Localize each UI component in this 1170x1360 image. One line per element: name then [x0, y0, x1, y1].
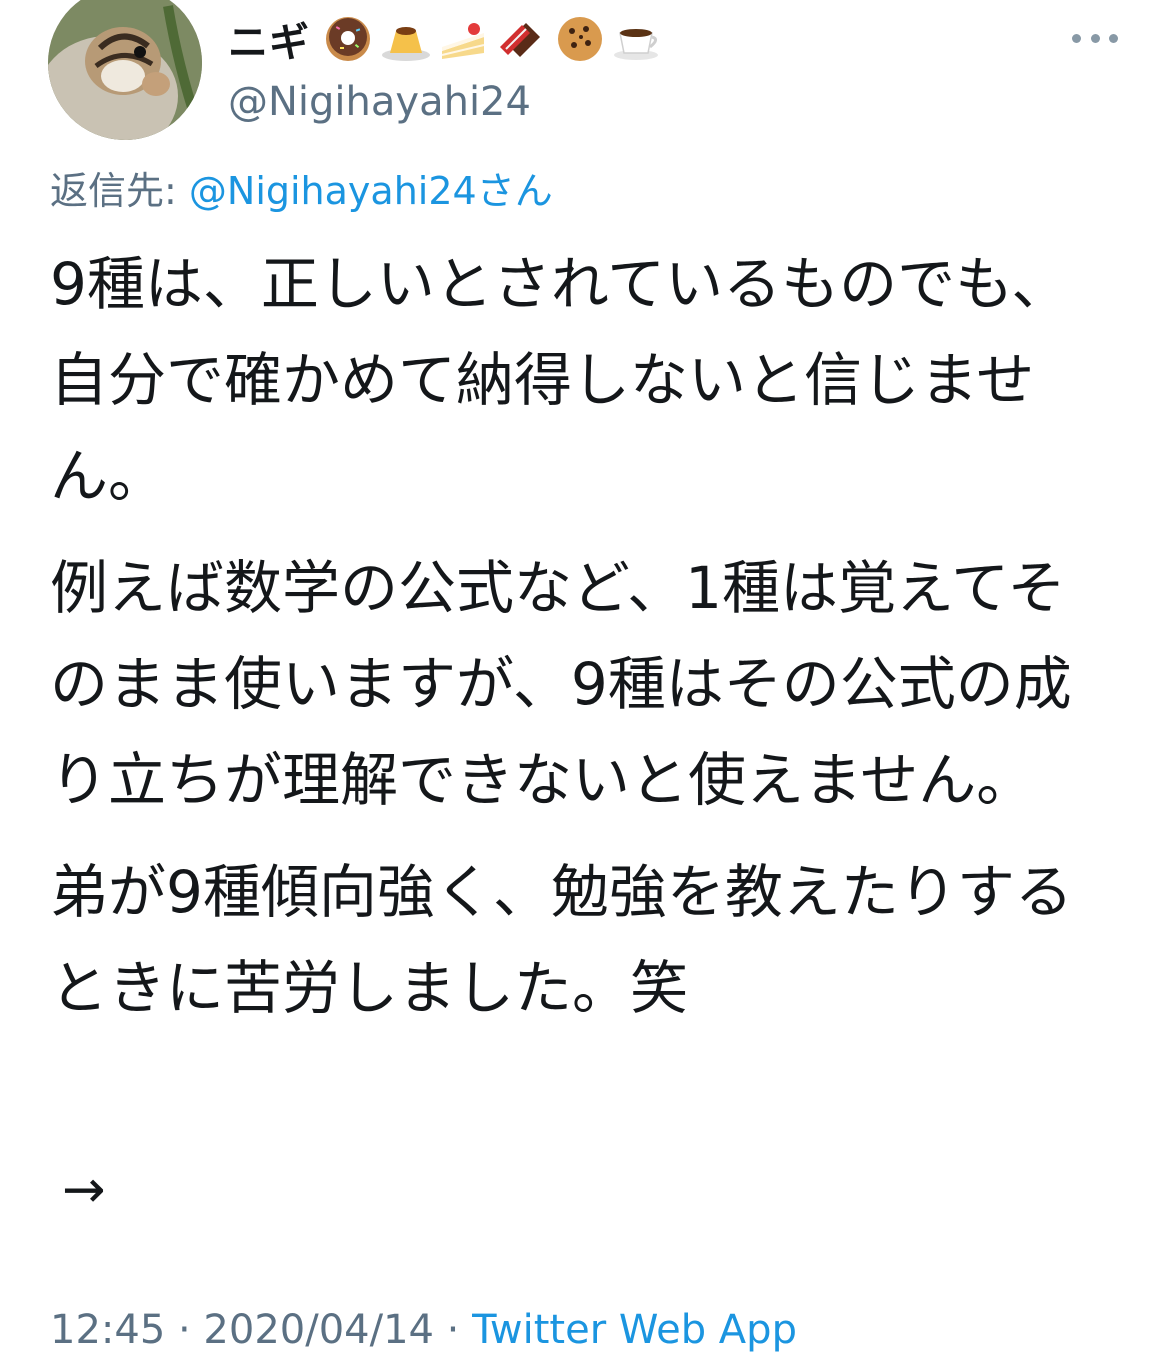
- tweet-paragraph: 9種は、正しいとされているものでも、自分で確かめて納得しないと信じません。: [50, 250, 1070, 510]
- name-emoji-row: [322, 13, 664, 65]
- display-name[interactable]: ニギ: [228, 10, 310, 68]
- tweet-text: 9種は、正しいとされているものでも、自分で確かめて納得しないと信じません。 例え…: [50, 236, 1120, 1052]
- tweet-timestamp[interactable]: 12:45 · 2020/04/14 ·: [50, 1307, 472, 1353]
- cake-icon: [441, 23, 485, 59]
- avatar[interactable]: [48, 0, 202, 140]
- dot: [1109, 33, 1118, 43]
- reply-suffix[interactable]: さん: [477, 169, 553, 213]
- chocolate-icon: [500, 23, 540, 57]
- arrow-right-icon: →: [62, 1160, 106, 1220]
- user-handle[interactable]: @Nigihayahi24: [228, 74, 1170, 130]
- tweet-footer: 12:45 · 2020/04/14 · Twitter Web App: [50, 1300, 797, 1360]
- cookie-icon: [558, 17, 602, 61]
- pudding-icon: [382, 27, 430, 61]
- donut-icon: [326, 17, 370, 61]
- replying-to: 返信先: @Nigihayahi24さん: [50, 160, 553, 215]
- dot: [1072, 33, 1081, 43]
- more-options-icon[interactable]: [1072, 30, 1118, 46]
- tweet: ニギ @Nigihayahi24 返信先: @Nigihayahi24さん 9種…: [0, 0, 1170, 1353]
- dot: [1090, 33, 1100, 43]
- reply-mention-link[interactable]: @Nigihayahi24: [189, 169, 477, 213]
- reply-prefix: 返信先:: [50, 169, 189, 213]
- tweet-paragraph: 例えば数学の公式など、1種は覚えてそのまま使いますが、9種はその公式の成り立ちが…: [50, 554, 1072, 814]
- coffee-icon: [614, 29, 658, 60]
- tweet-paragraph: 弟が9種傾向強く、勉強を教えたりするときに苦労しました。笑: [50, 858, 1073, 1022]
- tweet-header: ニギ @Nigihayahi24: [228, 8, 1170, 130]
- tweet-source-link[interactable]: Twitter Web App: [472, 1307, 797, 1353]
